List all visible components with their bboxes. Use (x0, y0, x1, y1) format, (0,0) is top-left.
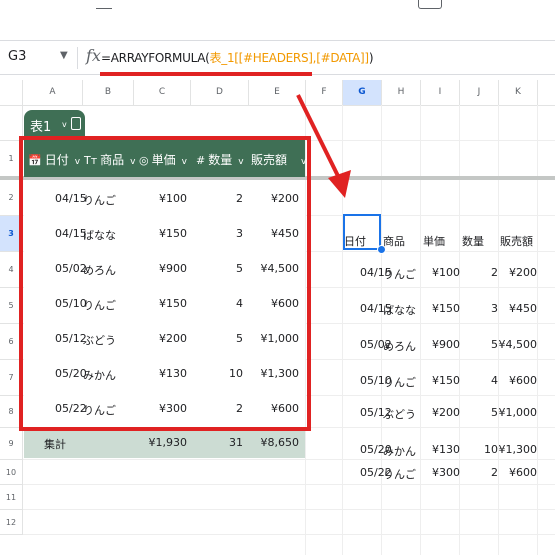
output-amount: ¥200 (509, 266, 537, 279)
output-product: みかん (383, 445, 416, 458)
output-quantity: 3 (491, 302, 498, 315)
output-product: りんご (383, 468, 416, 481)
output-amount: ¥600 (509, 374, 537, 387)
output-price: ¥100 (432, 266, 460, 279)
output-product: ぶどう (383, 408, 416, 421)
output-header-amount: 販売額 (500, 235, 533, 248)
output-quantity: 5 (491, 338, 498, 351)
annotation-arrow (296, 94, 351, 198)
output-header-quantity: 数量 (462, 235, 484, 248)
output-product: りんご (383, 376, 416, 389)
output-price: ¥150 (432, 302, 460, 315)
fill-handle[interactable] (377, 245, 386, 254)
output-amount: ¥1,300 (498, 443, 538, 456)
output-amount: ¥1,000 (498, 406, 538, 419)
output-price: ¥900 (432, 338, 460, 351)
output-price: ¥150 (432, 374, 460, 387)
output-quantity: 2 (491, 266, 498, 279)
output-price: ¥130 (432, 443, 460, 456)
active-cell-selection[interactable] (343, 214, 381, 250)
output-amount: ¥450 (509, 302, 537, 315)
output-quantity: 5 (491, 406, 498, 419)
output-product: ばなな (383, 304, 416, 317)
output-price: ¥300 (432, 466, 460, 479)
output-quantity: 2 (491, 466, 498, 479)
output-product: めろん (383, 340, 416, 353)
output-price: ¥200 (432, 406, 460, 419)
output-header-product: 商品 (383, 235, 405, 248)
output-header-price: 単価 (423, 235, 445, 248)
output-amount: ¥600 (509, 466, 537, 479)
output-product: りんご (383, 268, 416, 281)
output-quantity: 4 (491, 374, 498, 387)
output-amount: ¥4,500 (498, 338, 538, 351)
output-quantity: 10 (484, 443, 498, 456)
